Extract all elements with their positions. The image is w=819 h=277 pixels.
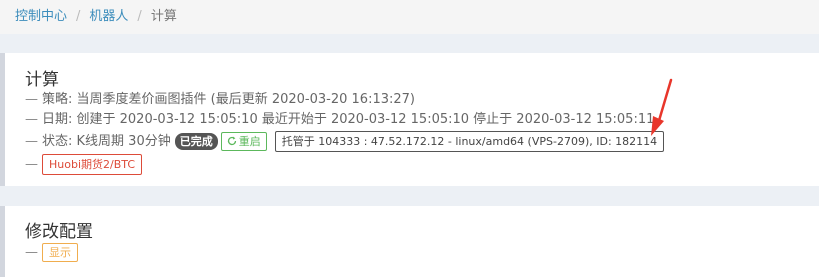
refresh-icon: [227, 136, 236, 146]
dash: —: [25, 112, 38, 127]
breadcrumb-home-link[interactable]: 控制中心: [15, 9, 67, 24]
config-panel: 修改配置 — 显示: [0, 206, 819, 277]
status-badge: 已完成: [174, 133, 218, 150]
date-text: 日期: 创建于 2020-03-12 15:05:10 最近开始于 2020-0…: [42, 112, 655, 127]
dash: —: [25, 134, 38, 149]
host-info: 托管于 104333 : 47.52.172.12 - linux/amd64 …: [274, 131, 665, 152]
dash: —: [25, 157, 38, 172]
robot-title: 计算: [25, 70, 59, 90]
dash: —: [25, 245, 38, 260]
date-line: — 日期: 创建于 2020-03-12 15:05:10 最近开始于 2020-…: [25, 110, 654, 130]
restart-label: 重启: [238, 135, 261, 148]
breadcrumb: 控制中心 / 机器人 / 计算: [0, 0, 819, 34]
exchange-tag[interactable]: Huobi期货2/BTC: [42, 154, 143, 175]
breadcrumb-separator: /: [76, 9, 81, 24]
restart-button[interactable]: 重启: [220, 132, 267, 151]
dash: —: [25, 92, 38, 107]
config-title: 修改配置: [25, 222, 93, 242]
config-line: — 显示: [25, 243, 78, 263]
show-config-button[interactable]: 显示: [42, 243, 78, 262]
strategy-line: — 策略: 当周季度差价画图插件 (最后更新 2020-03-20 16:13:2…: [25, 90, 415, 110]
strategy-text: 策略: 当周季度差价画图插件 (最后更新 2020-03-20 16:13:27…: [42, 92, 415, 107]
breadcrumb-separator: /: [137, 9, 142, 24]
robot-info-panel: 计算 — 策略: 当周季度差价画图插件 (最后更新 2020-03-20 16:1…: [0, 53, 819, 186]
status-line: — 状态: K线周期 30分钟 已完成 重启 托管于 104333 : 47.52.17…: [25, 131, 665, 152]
status-text: 状态: K线周期 30分钟: [42, 134, 171, 149]
exchange-line: — Huobi期货2/BTC: [25, 154, 143, 175]
breadcrumb-robots-link[interactable]: 机器人: [89, 9, 128, 24]
breadcrumb-current: 计算: [150, 9, 177, 24]
